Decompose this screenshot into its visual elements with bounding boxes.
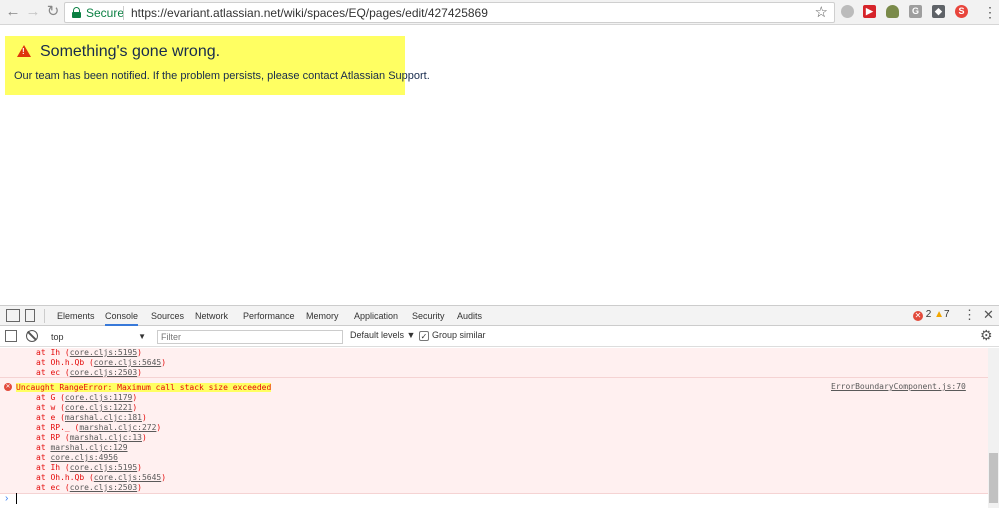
stack-frame: at RP._ (marshal.cljc:272) xyxy=(36,423,162,432)
tab-elements[interactable]: Elements xyxy=(57,306,95,326)
tab-security[interactable]: Security xyxy=(412,306,445,326)
console-prompt[interactable]: › xyxy=(0,491,988,507)
lock-icon xyxy=(72,7,81,18)
bookmark-star-icon[interactable]: ☆ xyxy=(815,4,828,22)
stack-frame: at core.cljs:4956 xyxy=(36,453,118,462)
console-output: at Ih (core.cljs:5195) at Oh.h.Qb (core.… xyxy=(0,348,988,498)
extension-colorful-icon[interactable]: S xyxy=(955,5,968,18)
source-link[interactable]: core.cljs:5195 xyxy=(70,463,137,472)
stack-frame: at Ih (core.cljs:5195) xyxy=(36,348,142,357)
stack-frame: at Oh.h.Qb (core.cljs:5645) xyxy=(36,473,167,482)
device-toolbar-icon[interactable] xyxy=(25,309,35,322)
clear-console-icon[interactable] xyxy=(26,330,38,342)
omnibox-divider xyxy=(123,6,124,20)
error-message: Our team has been notified. If the probl… xyxy=(14,70,430,82)
inspect-element-icon[interactable] xyxy=(6,309,20,322)
source-link[interactable]: core.cljs:5645 xyxy=(94,473,161,482)
tab-memory[interactable]: Memory xyxy=(306,306,339,326)
source-link[interactable]: core.cljs:2503 xyxy=(70,368,137,377)
stack-frame: at Ih (core.cljs:5195) xyxy=(36,463,142,472)
extension-gray-icon[interactable] xyxy=(841,5,854,18)
error-icon: ✕ xyxy=(4,383,12,391)
extension-shield-icon[interactable] xyxy=(886,5,899,18)
tab-console[interactable]: Console xyxy=(105,306,139,326)
back-arrow-icon[interactable]: ← xyxy=(5,4,21,20)
source-link[interactable]: core.cljs:5645 xyxy=(94,358,161,367)
tab-application[interactable]: Application xyxy=(354,306,398,326)
tab-audits[interactable]: Audits xyxy=(457,306,482,326)
sidebar-toggle-icon[interactable] xyxy=(5,330,17,342)
error-banner: ! Something's gone wrong. Our team has b… xyxy=(5,36,430,95)
devtools-tabbar: Elements Console Sources Network Perform… xyxy=(0,306,999,326)
devtools-close-icon[interactable]: ✕ xyxy=(983,307,994,323)
group-similar-label: Group similar xyxy=(432,330,486,340)
scrollbar-thumb[interactable] xyxy=(989,453,998,503)
error-count: 2 xyxy=(925,309,932,320)
extension-pocket-icon[interactable]: ◆ xyxy=(932,5,945,18)
log-levels-dropdown[interactable]: Default levels ▼ xyxy=(350,330,415,340)
issue-counter[interactable]: ✕ 2 ▲7 xyxy=(913,309,950,321)
stack-frame: at e (marshal.cljc:181) xyxy=(36,413,147,422)
source-link[interactable]: marshal.cljc:129 xyxy=(50,443,127,452)
error-source-link[interactable]: ErrorBoundaryComponent.js:70 xyxy=(831,382,966,391)
source-link[interactable]: core.cljs:1221 xyxy=(65,403,132,412)
warning-triangle-icon: ▲ xyxy=(934,309,945,320)
source-link[interactable]: core.cljs:4956 xyxy=(50,453,117,462)
extension-red-icon[interactable]: ▶ xyxy=(863,5,876,18)
source-link[interactable]: core.cljs:1179 xyxy=(65,393,132,402)
console-message-previous: at Ih (core.cljs:5195) at Oh.h.Qb (core.… xyxy=(0,348,988,378)
source-link[interactable]: marshal.cljc:13 xyxy=(70,433,142,442)
tab-divider xyxy=(44,309,45,323)
forward-arrow-icon[interactable]: → xyxy=(25,4,41,20)
devtools-menu-icon[interactable]: ⋮ xyxy=(963,307,976,323)
extension-g-icon[interactable]: G xyxy=(909,5,922,18)
browser-toolbar: ← → ↻ Secure https://evariant.atlassian.… xyxy=(0,0,999,25)
security-label: Secure xyxy=(86,6,125,20)
reload-icon[interactable]: ↻ xyxy=(45,4,61,20)
console-settings-gear-icon[interactable]: ⚙ xyxy=(980,327,993,344)
stack-frame: at Oh.h.Qb (core.cljs:5645) xyxy=(36,358,167,367)
tab-network[interactable]: Network xyxy=(195,306,228,326)
warning-exclamation: ! xyxy=(22,47,25,56)
source-link[interactable]: marshal.cljc:181 xyxy=(65,413,142,422)
browser-menu-icon[interactable]: ⋮ xyxy=(983,3,997,21)
source-link[interactable]: marshal.cljc:272 xyxy=(79,423,156,432)
console-error-message: ✕ Uncaught RangeError: Maximum call stac… xyxy=(0,378,988,494)
tab-performance[interactable]: Performance xyxy=(243,306,295,326)
stack-frame: at RP (marshal.cljc:13) xyxy=(36,433,147,442)
url-text[interactable]: https://evariant.atlassian.net/wiki/spac… xyxy=(131,6,488,20)
warning-count: 7 xyxy=(944,309,950,320)
text-caret xyxy=(16,493,17,504)
context-dropdown-icon: ▼ xyxy=(138,332,146,341)
devtools-panel: Elements Console Sources Network Perform… xyxy=(0,305,999,508)
context-select[interactable]: top ▼ xyxy=(46,329,148,345)
error-circle-icon: ✕ xyxy=(913,311,923,321)
prompt-chevron-icon: › xyxy=(5,493,9,504)
console-filter-input[interactable] xyxy=(157,330,343,344)
stack-frame: at marshal.cljc:129 xyxy=(36,443,128,452)
console-scrollbar[interactable] xyxy=(988,348,999,508)
tab-sources[interactable]: Sources xyxy=(151,306,184,326)
context-value: top xyxy=(51,332,64,342)
console-toolbar: top ▼ Default levels ▼ ✓ Group similar ⚙ xyxy=(0,327,999,347)
stack-frame: at w (core.cljs:1221) xyxy=(36,403,138,412)
stack-frame: at ec (core.cljs:2503) xyxy=(36,368,142,377)
error-title: Something's gone wrong. xyxy=(40,43,221,60)
group-similar-checkbox[interactable]: ✓ xyxy=(419,331,429,341)
address-bar[interactable]: Secure https://evariant.atlassian.net/wi… xyxy=(64,2,835,23)
stack-frame: at G (core.cljs:1179) xyxy=(36,393,138,402)
source-link[interactable]: core.cljs:5195 xyxy=(70,348,137,357)
